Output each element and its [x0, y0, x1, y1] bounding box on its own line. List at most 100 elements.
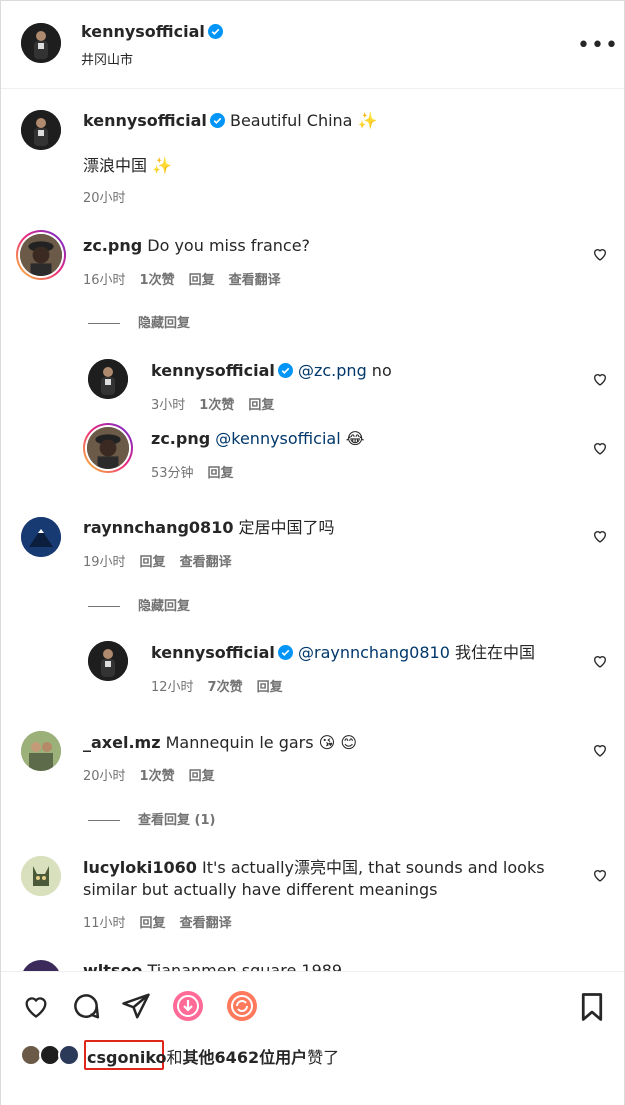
hide-replies-button[interactable]: 隐藏回复 [88, 312, 190, 331]
mention-link[interactable]: @raynnchang0810 [298, 643, 450, 662]
comment-time: 20小时 [83, 769, 126, 784]
comment-line: zc.png Do you miss france? [83, 235, 310, 257]
comment-time: 11小时 [83, 916, 126, 931]
reply-likes[interactable]: 7次赞 [208, 680, 243, 695]
caption-body: 漂浪中国 ✨ [83, 156, 173, 175]
comment-text: Do you miss france? [147, 236, 311, 255]
heart-icon[interactable] [21, 992, 51, 1020]
translate-button[interactable]: 查看翻译 [180, 555, 232, 570]
reply-username[interactable]: kennysofficial [151, 361, 275, 380]
header-location[interactable]: 井冈山市 [81, 49, 133, 68]
reply-button[interactable]: 回复 [189, 769, 215, 784]
comment-avatar-raynn[interactable] [21, 517, 61, 557]
heart-icon[interactable] [592, 867, 608, 883]
reply-meta: 12小时 7次赞 回复 [151, 676, 297, 695]
heart-icon[interactable] [592, 371, 608, 387]
comment-line: lucyloki1060 It's actually漂亮中国, that sou… [83, 857, 573, 879]
likes-suffix: 赞了 [307, 1048, 340, 1067]
reply-likes[interactable]: 1次赞 [199, 398, 234, 413]
mention-link[interactable]: @kennysofficial [215, 429, 340, 448]
reply-button[interactable]: 回复 [140, 916, 166, 931]
comment-meta: 11小时 回复 查看翻译 [83, 912, 246, 931]
reply-avatar[interactable] [88, 641, 128, 681]
comment-username[interactable]: raynnchang0810 [83, 518, 233, 537]
reply-time: 3小时 [151, 398, 186, 413]
comment-likes[interactable]: 1次赞 [140, 769, 175, 784]
reply-meta: 53分钟 回复 [151, 462, 248, 481]
reply-button[interactable]: 回复 [208, 466, 234, 481]
reply-text: no [366, 361, 392, 380]
heart-icon[interactable] [592, 440, 608, 456]
reply-time: 12小时 [151, 680, 194, 695]
comment-avatar-wltsoo[interactable] [21, 960, 61, 971]
bookmark-icon[interactable] [579, 992, 605, 1022]
reply-line: zc.png @kennysofficial 😂 [151, 428, 364, 450]
caption-username[interactable]: kennysofficial [83, 111, 207, 130]
comment-avatar-zc[interactable] [16, 230, 66, 280]
comment-text: Mannequin le gars 😘 😊 [165, 733, 358, 752]
comment-text: Tiananmen square 1989 [147, 961, 343, 971]
reply-line: kennysofficial @zc.png no [151, 360, 392, 382]
partial-comment: wltsoo Tiananmen square 1989 [1, 956, 624, 971]
comment-time: 19小时 [83, 555, 126, 570]
verified-icon [207, 24, 223, 39]
comment-likes[interactable]: 1次赞 [140, 273, 175, 288]
comment-text: 定居中国了吗 [238, 518, 335, 537]
send-icon[interactable] [121, 991, 151, 1021]
reply-avatar[interactable] [88, 359, 128, 399]
translate-button[interactable]: 查看翻译 [180, 916, 232, 931]
avatar-image [88, 359, 128, 399]
caption-avatar[interactable] [21, 110, 61, 150]
reply-button[interactable]: 回复 [189, 273, 215, 288]
comment-username[interactable]: _axel.mz [83, 733, 161, 752]
repost-icon[interactable] [225, 989, 259, 1023]
comment-meta: 19小时 回复 查看翻译 [83, 551, 246, 570]
comment-username[interactable]: lucyloki1060 [83, 858, 197, 877]
avatar-image [88, 641, 128, 681]
action-bar: csgoniko和其他6462位用户赞了 [1, 971, 624, 1105]
view-replies-button[interactable]: 查看回复 (1) [88, 809, 215, 828]
header-avatar[interactable] [21, 23, 61, 63]
liker-username[interactable]: csgoniko [87, 1048, 167, 1067]
comment-time: 16小时 [83, 273, 126, 288]
heart-icon[interactable] [592, 653, 608, 669]
more-horizontal-icon[interactable]: ••• [577, 33, 619, 58]
avatar-image [21, 517, 61, 557]
reply-button[interactable]: 回复 [140, 555, 166, 570]
comment-text-line2: similar but actually have different mean… [83, 880, 438, 899]
mention-link[interactable]: @zc.png [298, 361, 367, 380]
download-icon[interactable] [171, 989, 205, 1023]
caption-text: Beautiful China ✨ [229, 111, 378, 130]
post-detail-panel: kennysofficial 井冈山市 ••• kennysofficial B… [0, 0, 625, 1105]
avatar-image [20, 234, 62, 276]
comment-icon[interactable] [71, 991, 101, 1021]
reply-button[interactable]: 回复 [257, 680, 283, 695]
liker-avatar[interactable] [58, 1044, 80, 1066]
reply-meta: 3小时 1次赞 回复 [151, 394, 288, 413]
likes-others[interactable]: 其他6462位用户 [183, 1048, 308, 1067]
header-username[interactable]: kennysofficial [81, 22, 205, 41]
avatar-image [21, 23, 61, 63]
heart-icon[interactable] [592, 246, 608, 262]
reply-button[interactable]: 回复 [248, 398, 274, 413]
reply-username[interactable]: zc.png [151, 429, 210, 448]
comment-line: _axel.mz Mannequin le gars 😘 😊 [83, 732, 357, 754]
comment-meta: 20小时 1次赞 回复 [83, 765, 229, 784]
post-header: kennysofficial 井冈山市 ••• [1, 1, 624, 89]
verified-icon [209, 113, 225, 128]
comment-avatar-lucy[interactable] [21, 856, 61, 896]
comment-line: raynnchang0810 定居中国了吗 [83, 517, 335, 539]
comment-avatar-axel[interactable] [21, 731, 61, 771]
hide-replies-button[interactable]: 隐藏回复 [88, 595, 190, 614]
avatar-image [21, 110, 61, 150]
caption-line: kennysofficial Beautiful China ✨ [83, 110, 377, 132]
heart-icon[interactable] [592, 742, 608, 758]
reply-avatar-zc[interactable] [83, 423, 133, 473]
comment-username[interactable]: wltsoo [83, 961, 142, 971]
avatar-image [21, 856, 61, 896]
reply-username[interactable]: kennysofficial [151, 643, 275, 662]
heart-icon[interactable] [592, 528, 608, 544]
comment-username[interactable]: zc.png [83, 236, 142, 255]
translate-button[interactable]: 查看翻译 [229, 273, 281, 288]
comment-meta: 16小时 1次赞 回复 查看翻译 [83, 269, 295, 288]
